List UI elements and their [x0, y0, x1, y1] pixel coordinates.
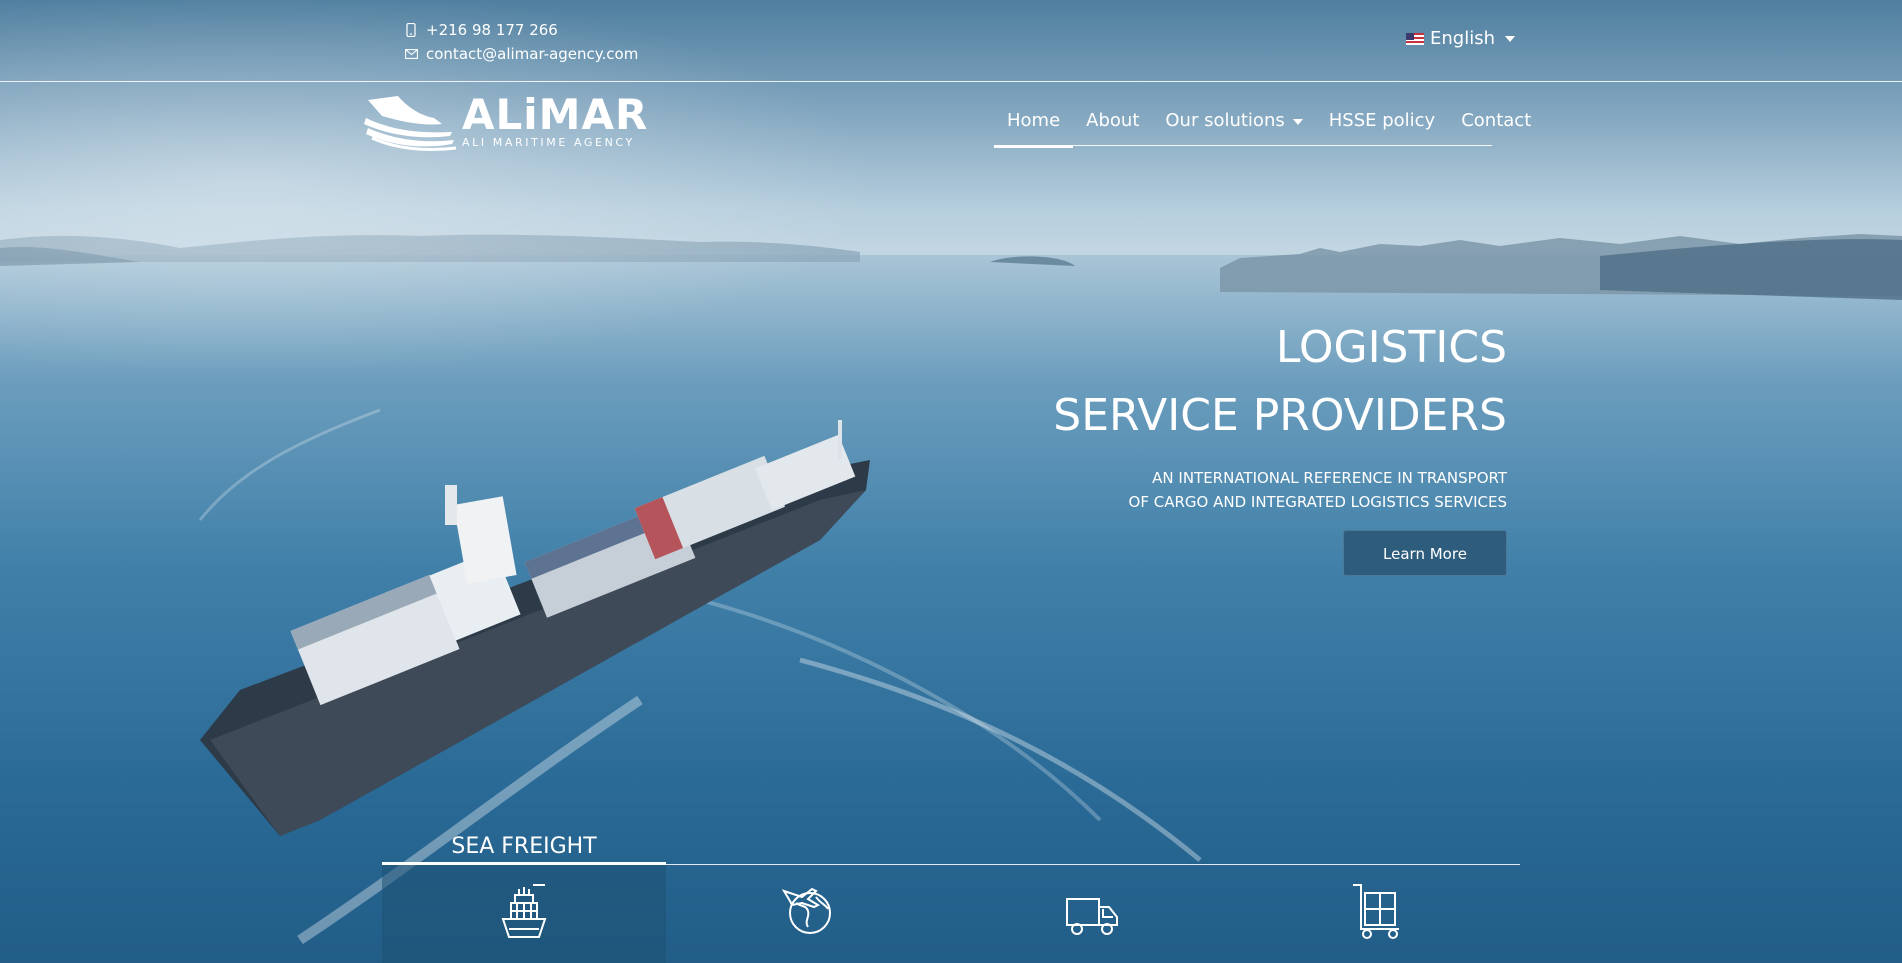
- hero-section: LOGISTICS SERVICE PROVIDERS AN INTERNATI…: [1053, 314, 1507, 576]
- main-navigation: Home About Our solutions HSSE policy Con…: [994, 106, 1531, 148]
- active-service-title: SEA FREIGHT: [451, 834, 597, 859]
- hero-tagline-line1: AN INTERNATIONAL REFERENCE IN TRANSPORT: [1152, 469, 1507, 487]
- tab-road-freight[interactable]: [950, 865, 1234, 963]
- hero-background: [0, 0, 1902, 963]
- email-address[interactable]: contact@alimar-agency.com: [426, 42, 638, 66]
- site-logo[interactable]: ALiMAR ALI MARITIME AGENCY: [364, 92, 664, 156]
- nav-about-label: About: [1086, 110, 1140, 131]
- contact-info: +216 98 177 266 contact@alimar-agency.co…: [404, 18, 638, 66]
- ship-sail-logo-icon: [364, 96, 456, 151]
- globe-plane-icon: [782, 887, 831, 934]
- hero-title: LOGISTICS SERVICE PROVIDERS: [1053, 314, 1507, 450]
- us-flag-icon: [1406, 32, 1424, 45]
- tab-warehousing[interactable]: [1234, 865, 1518, 963]
- brand-name: ALiMAR: [462, 90, 649, 139]
- truck-icon: [1066, 898, 1118, 935]
- nav-hsse-policy[interactable]: HSSE policy: [1316, 106, 1448, 146]
- nav-our-solutions[interactable]: Our solutions: [1152, 106, 1315, 146]
- hero-tagline-line2: OF CARGO AND INTEGRATED LOGISTICS SERVIC…: [1128, 493, 1507, 511]
- nav-contact[interactable]: Contact: [1448, 106, 1544, 146]
- nav-home-label: Home: [1007, 110, 1061, 131]
- hero-title-line1: LOGISTICS: [1275, 322, 1507, 373]
- top-bar: +216 98 177 266 contact@alimar-agency.co…: [0, 0, 1902, 82]
- haze-overlay: [0, 0, 1902, 963]
- hero-tagline: AN INTERNATIONAL REFERENCE IN TRANSPORT …: [1053, 466, 1507, 514]
- warehouse-cart-icon: [1353, 884, 1399, 939]
- hero-title-line2: SERVICE PROVIDERS: [1053, 390, 1507, 441]
- phone-row[interactable]: +216 98 177 266: [404, 18, 638, 42]
- nav-about[interactable]: About: [1073, 106, 1152, 146]
- nav-hsse-policy-label: HSSE policy: [1328, 110, 1436, 131]
- chevron-down-icon: [1292, 119, 1303, 125]
- email-row[interactable]: contact@alimar-agency.com: [404, 42, 638, 66]
- mobile-phone-icon: [404, 23, 418, 37]
- nav-our-solutions-label: Our solutions: [1165, 110, 1285, 131]
- brand-tagline: ALI MARITIME AGENCY: [462, 136, 635, 149]
- tab-sea-freight[interactable]: [382, 865, 666, 963]
- phone-number[interactable]: +216 98 177 266: [426, 18, 558, 42]
- nav-home[interactable]: Home: [994, 106, 1074, 148]
- language-label: English: [1430, 28, 1495, 49]
- learn-more-button[interactable]: Learn More: [1343, 530, 1507, 576]
- tab-air-freight[interactable]: [666, 865, 950, 963]
- language-selector[interactable]: English: [1406, 28, 1515, 49]
- cargo-ship-icon: [501, 884, 547, 938]
- envelope-icon: [404, 47, 418, 61]
- chevron-down-icon: [1505, 35, 1515, 42]
- nav-contact-label: Contact: [1461, 110, 1532, 131]
